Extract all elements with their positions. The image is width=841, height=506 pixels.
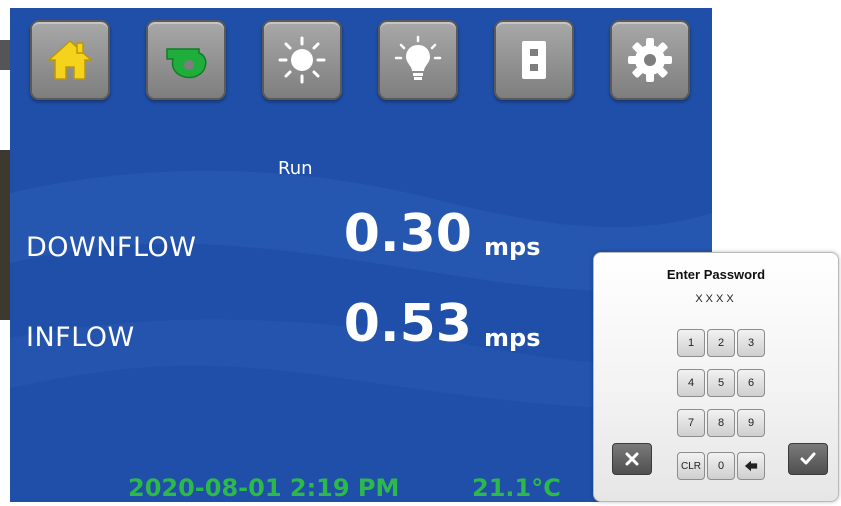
home-icon — [47, 39, 93, 80]
temperature-display: 21.1°C — [472, 474, 561, 502]
inflow-unit: mps — [484, 324, 541, 352]
outlet-icon — [522, 41, 546, 79]
downflow-label: DOWNFLOW — [26, 232, 197, 263]
toolbar — [10, 8, 712, 118]
password-field[interactable]: XXXX — [594, 293, 838, 305]
key-clear[interactable]: CLR — [677, 452, 705, 480]
status-label: Run — [278, 158, 313, 179]
key-7[interactable]: 7 — [677, 409, 705, 437]
blower-fan-icon — [166, 48, 207, 79]
blower-button[interactable] — [146, 20, 226, 100]
gear-icon — [628, 38, 672, 82]
key-6[interactable]: 6 — [737, 369, 765, 397]
dialog-title: Enter Password — [666, 267, 766, 282]
downflow-value: 0.30 — [343, 204, 472, 264]
key-4[interactable]: 4 — [677, 369, 705, 397]
backspace-arrow-icon — [744, 460, 758, 472]
key-3[interactable]: 3 — [737, 329, 765, 357]
downflow-unit: mps — [484, 233, 541, 261]
datetime-display: 2020-08-01 2:19 PM — [128, 474, 400, 502]
key-1[interactable]: 1 — [677, 329, 705, 357]
password-dialog: Enter Password XXXX 1 2 3 4 5 6 7 8 9 CL… — [593, 252, 839, 502]
sun-icon — [278, 36, 326, 84]
close-icon — [625, 452, 639, 466]
key-5[interactable]: 5 — [707, 369, 735, 397]
home-button[interactable] — [30, 20, 110, 100]
key-8[interactable]: 8 — [707, 409, 735, 437]
light-bulb-icon — [394, 35, 442, 80]
checkmark-icon — [800, 452, 816, 465]
key-9[interactable]: 9 — [737, 409, 765, 437]
window-edge — [0, 40, 10, 70]
key-2[interactable]: 2 — [707, 329, 735, 357]
inflow-value: 0.53 — [343, 294, 472, 354]
cancel-button[interactable] — [612, 443, 652, 475]
light-button[interactable] — [378, 20, 458, 100]
key-0[interactable]: 0 — [707, 452, 735, 480]
inflow-label: INFLOW — [26, 322, 135, 353]
window-edge — [0, 150, 10, 320]
confirm-button[interactable] — [788, 443, 828, 475]
backspace-key[interactable] — [737, 452, 765, 480]
outlet-button[interactable] — [494, 20, 574, 100]
settings-button[interactable] — [610, 20, 690, 100]
uv-light-button[interactable] — [262, 20, 342, 100]
